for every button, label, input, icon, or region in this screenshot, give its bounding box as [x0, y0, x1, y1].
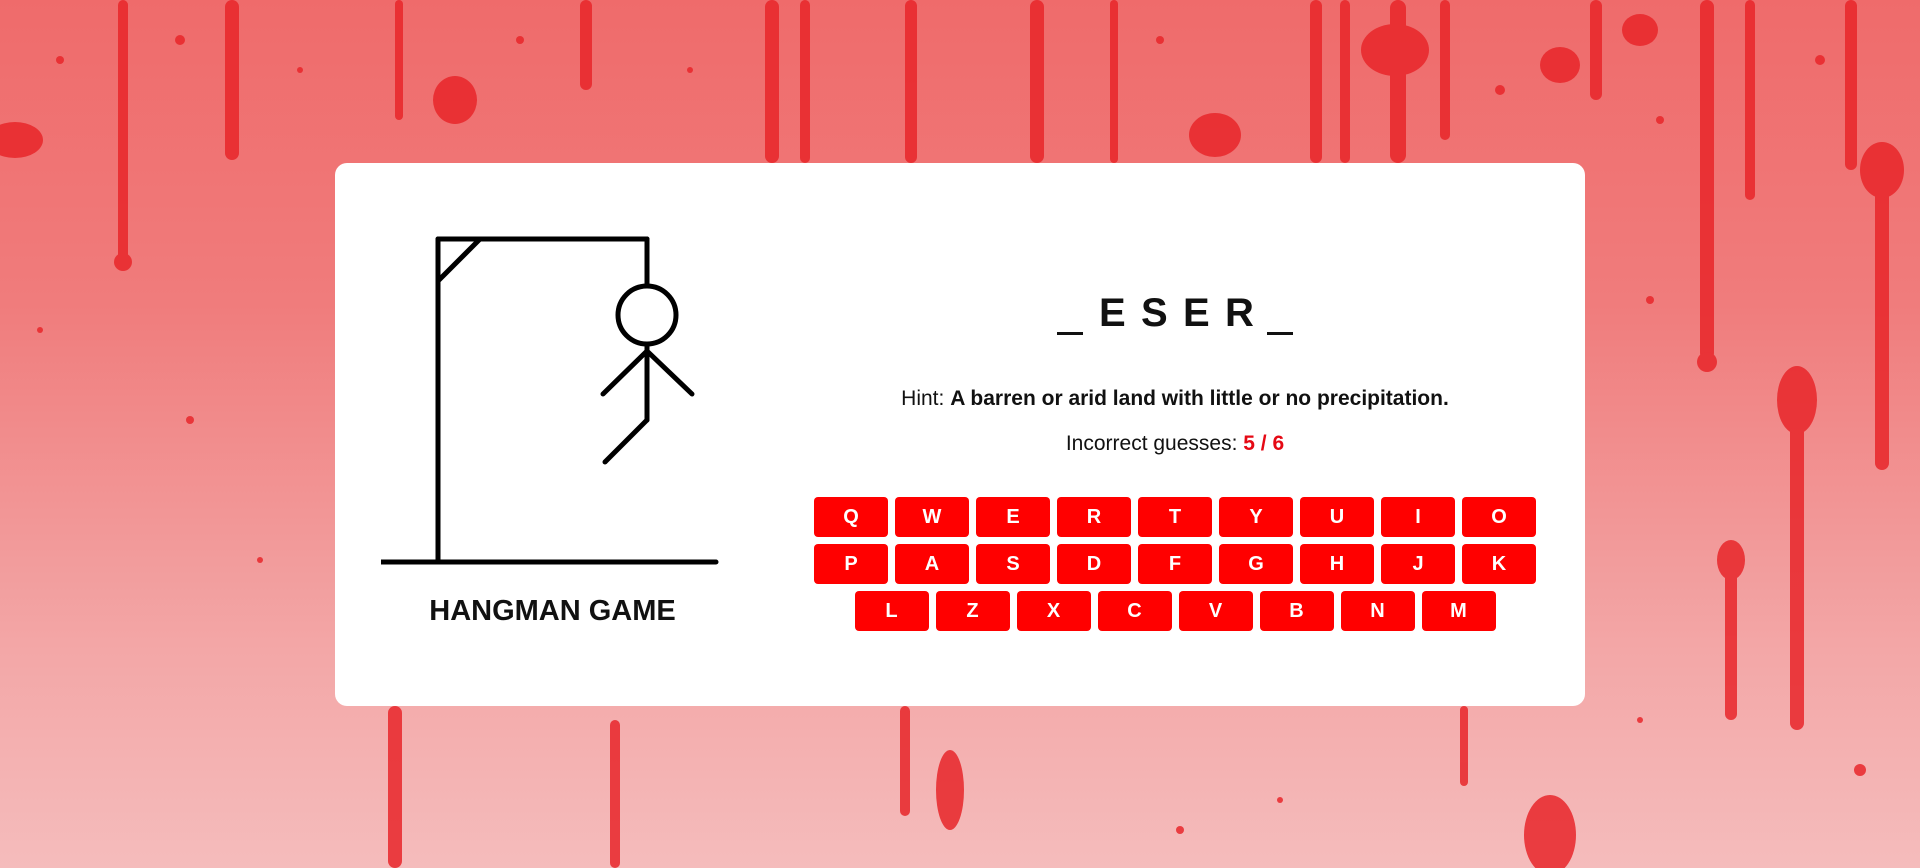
- letter-keyboard: QWERTYUIO PASDFGHJK LZXCVBNM: [805, 497, 1545, 638]
- hint-text: A barren or arid land with little or no …: [950, 387, 1449, 410]
- key-y-button[interactable]: Y: [1219, 497, 1293, 537]
- word-letter: S: [1141, 291, 1168, 335]
- incorrect-guesses-label: Incorrect guesses:: [1065, 432, 1238, 455]
- key-e-button[interactable]: E: [976, 497, 1050, 537]
- key-f-button[interactable]: F: [1138, 544, 1212, 584]
- hangman-left-leg: [602, 417, 650, 465]
- key-m-button[interactable]: M: [1421, 591, 1496, 631]
- word-letter-blank: [1057, 289, 1083, 339]
- keyboard-row: PASDFGHJK: [805, 544, 1545, 584]
- hangman-drawing: [381, 236, 719, 565]
- keyboard-row: LZXCVBNM: [805, 591, 1545, 631]
- game-card: HANGMAN GAME ESER Hint: A barren or arid…: [335, 163, 1585, 706]
- keyboard-row: QWERTYUIO: [805, 497, 1545, 537]
- hangman-left-arm: [600, 348, 650, 397]
- key-p-button[interactable]: P: [814, 544, 888, 584]
- hint-line: Hint: A barren or arid land with little …: [805, 387, 1545, 411]
- key-a-button[interactable]: A: [895, 544, 969, 584]
- key-z-button[interactable]: Z: [935, 591, 1010, 631]
- play-panel: ESER Hint: A barren or arid land with li…: [805, 163, 1545, 706]
- key-d-button[interactable]: D: [1057, 544, 1131, 584]
- key-o-button[interactable]: O: [1462, 497, 1536, 537]
- hangman-panel: HANGMAN GAME: [335, 163, 770, 706]
- word-letter: E: [1183, 291, 1210, 335]
- word-display: ESER: [805, 289, 1545, 339]
- incorrect-guesses-count: 5 / 6: [1243, 432, 1285, 455]
- hint-label: Hint:: [901, 387, 945, 410]
- word-letter: R: [1225, 291, 1254, 335]
- game-title: HANGMAN GAME: [429, 595, 676, 627]
- key-i-button[interactable]: I: [1381, 497, 1455, 537]
- key-r-button[interactable]: R: [1057, 497, 1131, 537]
- gallows-brace: [435, 236, 483, 284]
- incorrect-guesses-line: Incorrect guesses: 5 / 6: [805, 432, 1545, 456]
- key-v-button[interactable]: V: [1178, 591, 1253, 631]
- key-h-button[interactable]: H: [1300, 544, 1374, 584]
- key-q-button[interactable]: Q: [814, 497, 888, 537]
- hangman-head: [615, 283, 679, 347]
- key-g-button[interactable]: G: [1219, 544, 1293, 584]
- key-j-button[interactable]: J: [1381, 544, 1455, 584]
- hangman-right-arm: [644, 348, 695, 397]
- key-k-button[interactable]: K: [1462, 544, 1536, 584]
- key-u-button[interactable]: U: [1300, 497, 1374, 537]
- word-letter: E: [1099, 291, 1126, 335]
- key-s-button[interactable]: S: [976, 544, 1050, 584]
- key-w-button[interactable]: W: [895, 497, 969, 537]
- key-l-button[interactable]: L: [854, 591, 929, 631]
- word-letter-blank: [1267, 289, 1293, 339]
- key-x-button[interactable]: X: [1016, 591, 1091, 631]
- key-n-button[interactable]: N: [1340, 591, 1415, 631]
- key-c-button[interactable]: C: [1097, 591, 1172, 631]
- key-b-button[interactable]: B: [1259, 591, 1334, 631]
- key-t-button[interactable]: T: [1138, 497, 1212, 537]
